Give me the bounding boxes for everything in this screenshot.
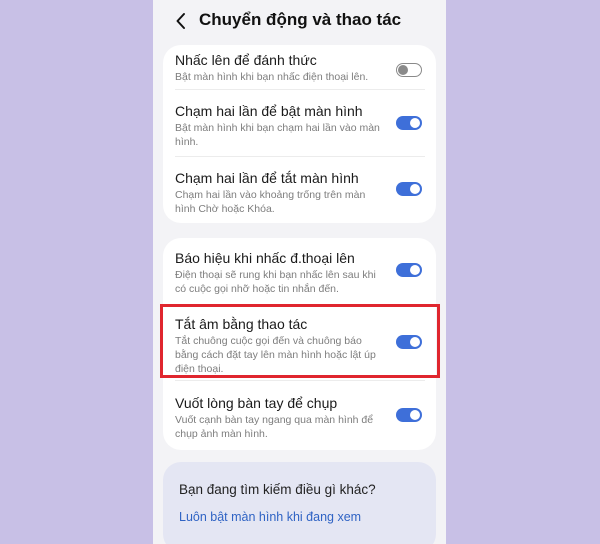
header: Chuyển động và thao tác (153, 0, 446, 42)
setting-title: Vuốt lòng bàn tay để chụp (175, 395, 338, 411)
setting-easy-mute[interactable]: Tắt âm bằng thao tác Tắt chuông cuộc gọi… (163, 315, 436, 375)
settings-screen: Chuyển động và thao tác Nhấc lên để đánh… (153, 0, 446, 544)
divider (175, 156, 425, 157)
chevron-left-icon (176, 13, 185, 29)
setting-title: Tắt âm bằng thao tác (175, 316, 308, 332)
setting-description: Vuốt cạnh bàn tay ngang qua màn hình để … (175, 414, 374, 440)
settings-group-1: Nhấc lên để đánh thức Bật màn hình khi b… (163, 45, 436, 223)
divider (175, 305, 425, 306)
setting-double-tap-on[interactable]: Chạm hai lần để bật màn hình Bật màn hìn… (163, 102, 436, 148)
page-title: Chuyển động và thao tác (199, 10, 402, 29)
setting-title: Báo hiệu khi nhấc đ.thoại lên (175, 250, 355, 266)
setting-description: Điện thoại sẽ rung khi bạn nhấc lên sau … (175, 269, 376, 295)
toggle-easy-mute[interactable] (396, 335, 422, 349)
setting-title: Chạm hai lần để bật màn hình (175, 103, 363, 119)
toggle-smart-alert[interactable] (396, 263, 422, 277)
divider (175, 89, 425, 90)
setting-title: Chạm hai lần để tắt màn hình (175, 170, 359, 186)
back-button[interactable] (173, 11, 189, 31)
setting-palm-swipe[interactable]: Vuốt lòng bàn tay để chụp Vuốt cạnh bàn … (163, 394, 436, 440)
setting-smart-alert[interactable]: Báo hiệu khi nhấc đ.thoại lên Điện thoại… (163, 249, 436, 295)
setting-description: Tắt chuông cuộc gọi đến và chuông báo bằ… (175, 335, 376, 375)
suggestion-card: Bạn đang tìm kiếm điều gì khác? Luôn bật… (163, 462, 436, 544)
setting-description: Chạm hai lần vào khoảng trống trên màn h… (175, 189, 366, 215)
toggle-palm-swipe[interactable] (396, 408, 422, 422)
suggestion-question: Bạn đang tìm kiếm điều gì khác? (179, 482, 376, 497)
toggle-lift-to-wake[interactable] (396, 63, 422, 77)
setting-double-tap-off[interactable]: Chạm hai lần để tắt màn hình Chạm hai lầ… (163, 169, 436, 215)
setting-description: Bật màn hình khi bạn chạm hai lần vào mà… (175, 122, 380, 148)
setting-lift-to-wake[interactable]: Nhấc lên để đánh thức Bật màn hình khi b… (163, 51, 436, 91)
setting-title: Nhấc lên để đánh thức (175, 52, 317, 68)
divider (175, 380, 425, 381)
toggle-double-tap-on[interactable] (396, 116, 422, 130)
setting-description: Bật màn hình khi bạn nhấc điện thoại lên… (175, 71, 369, 83)
settings-group-2: Báo hiệu khi nhấc đ.thoại lên Điện thoại… (163, 238, 436, 450)
toggle-double-tap-off[interactable] (396, 182, 422, 196)
suggestion-link[interactable]: Luôn bật màn hình khi đang xem (179, 510, 361, 524)
